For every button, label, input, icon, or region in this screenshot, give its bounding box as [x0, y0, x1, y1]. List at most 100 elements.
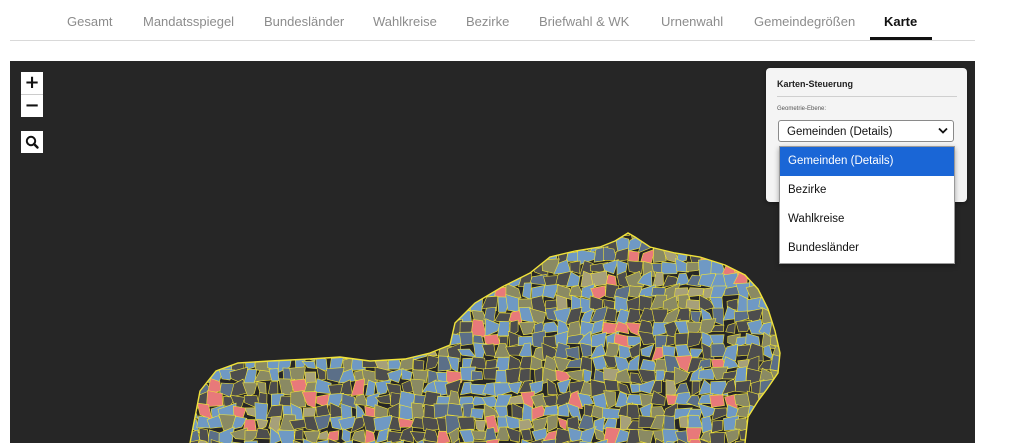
municipality-region[interactable]	[772, 417, 787, 432]
municipality-region[interactable]	[218, 294, 232, 313]
municipality-region[interactable]	[374, 345, 391, 362]
municipality-region[interactable]	[686, 287, 705, 298]
municipality-region[interactable]	[254, 296, 269, 310]
municipality-region[interactable]	[183, 342, 199, 360]
municipality-region[interactable]	[229, 258, 249, 275]
municipality-region[interactable]	[352, 262, 365, 277]
municipality-region[interactable]	[362, 307, 379, 326]
municipality-region[interactable]	[410, 282, 428, 302]
municipality-region[interactable]	[413, 359, 425, 371]
municipality-region[interactable]	[511, 402, 524, 420]
tab-bezirke[interactable]: Bezirke	[466, 14, 509, 29]
municipality-region[interactable]	[315, 261, 333, 278]
municipality-region[interactable]	[326, 261, 343, 276]
municipality-region[interactable]	[241, 307, 261, 324]
municipality-region[interactable]	[497, 320, 510, 337]
municipality-region[interactable]	[361, 342, 376, 361]
municipality-region[interactable]	[341, 307, 354, 324]
municipality-region[interactable]	[217, 258, 236, 278]
municipality-region[interactable]	[529, 274, 547, 286]
municipality-region[interactable]	[198, 307, 211, 322]
municipality-region[interactable]	[761, 275, 773, 287]
municipality-region[interactable]	[354, 331, 366, 344]
municipality-region[interactable]	[350, 283, 367, 297]
municipality-region[interactable]	[314, 332, 330, 346]
municipality-region[interactable]	[397, 261, 415, 278]
municipality-region[interactable]	[700, 234, 717, 248]
municipality-region[interactable]	[739, 428, 751, 440]
municipality-region[interactable]	[445, 262, 464, 278]
municipality-region[interactable]	[470, 370, 484, 381]
municipality-region[interactable]	[771, 390, 788, 406]
municipality-region[interactable]	[546, 227, 556, 240]
municipality-region[interactable]	[290, 258, 308, 277]
municipality-region[interactable]	[520, 240, 536, 253]
municipality-region[interactable]	[772, 273, 788, 285]
municipality-region[interactable]	[277, 248, 297, 261]
municipality-region[interactable]	[422, 259, 440, 274]
municipality-region[interactable]	[399, 343, 415, 357]
municipality-region[interactable]	[367, 235, 376, 252]
tab-mandatsspiegel[interactable]: Mandatsspiegel	[143, 14, 234, 29]
municipality-region[interactable]	[205, 234, 223, 251]
tab-urnenwahl[interactable]: Urnenwahl	[661, 14, 723, 29]
municipality-region[interactable]	[469, 224, 489, 239]
municipality-region[interactable]	[349, 239, 369, 252]
municipality-region[interactable]	[206, 390, 224, 407]
municipality-region[interactable]	[747, 404, 764, 417]
municipality-region[interactable]	[493, 223, 509, 241]
municipality-region[interactable]	[714, 234, 729, 250]
municipality-region[interactable]	[522, 282, 532, 300]
municipality-region[interactable]	[341, 428, 351, 443]
municipality-region[interactable]	[449, 224, 461, 239]
municipality-region[interactable]	[458, 331, 473, 346]
municipality-region[interactable]	[409, 234, 424, 251]
municipality-region[interactable]	[421, 306, 440, 326]
municipality-region[interactable]	[661, 224, 678, 242]
municipality-region[interactable]	[326, 270, 344, 290]
municipality-region[interactable]	[459, 246, 472, 266]
municipality-region[interactable]	[399, 426, 414, 443]
municipality-region[interactable]	[397, 294, 414, 311]
municipality-region[interactable]	[425, 330, 440, 347]
municipality-region[interactable]	[640, 343, 655, 358]
municipality-region[interactable]	[469, 249, 487, 264]
municipality-region[interactable]	[411, 306, 427, 320]
municipality-region[interactable]	[255, 246, 273, 261]
municipality-region[interactable]	[554, 235, 570, 252]
municipality-region[interactable]	[277, 311, 295, 326]
municipality-region[interactable]	[187, 310, 201, 326]
municipality-region[interactable]	[218, 225, 234, 238]
municipality-region[interactable]	[746, 236, 765, 253]
municipality-region[interactable]	[390, 272, 403, 288]
municipality-region[interactable]	[433, 324, 450, 337]
municipality-region[interactable]	[757, 391, 773, 409]
municipality-region[interactable]	[445, 274, 464, 290]
municipality-region[interactable]	[199, 234, 208, 250]
municipality-region[interactable]	[339, 297, 353, 313]
municipality-region[interactable]	[376, 234, 392, 253]
municipality-region[interactable]	[352, 247, 367, 266]
municipality-region[interactable]	[510, 246, 522, 264]
municipality-region[interactable]	[505, 367, 522, 385]
municipality-region[interactable]	[530, 224, 549, 242]
municipality-region[interactable]	[482, 225, 498, 239]
municipality-region[interactable]	[724, 235, 740, 254]
municipality-region[interactable]	[313, 346, 329, 357]
municipality-region[interactable]	[757, 227, 774, 240]
municipality-region[interactable]	[279, 258, 297, 277]
municipality-region[interactable]	[698, 368, 715, 380]
municipality-region[interactable]	[193, 354, 211, 373]
municipality-region[interactable]	[434, 273, 453, 289]
municipality-region[interactable]	[350, 308, 367, 321]
municipality-region[interactable]	[205, 345, 224, 357]
municipality-region[interactable]	[269, 347, 284, 362]
municipality-region[interactable]	[351, 429, 367, 443]
municipality-region[interactable]	[662, 428, 679, 443]
municipality-region[interactable]	[235, 320, 248, 334]
municipality-region[interactable]	[290, 333, 305, 349]
municipality-region[interactable]	[435, 300, 452, 314]
municipality-region[interactable]	[291, 347, 306, 360]
municipality-region[interactable]	[734, 246, 751, 262]
municipality-region[interactable]	[749, 260, 759, 274]
